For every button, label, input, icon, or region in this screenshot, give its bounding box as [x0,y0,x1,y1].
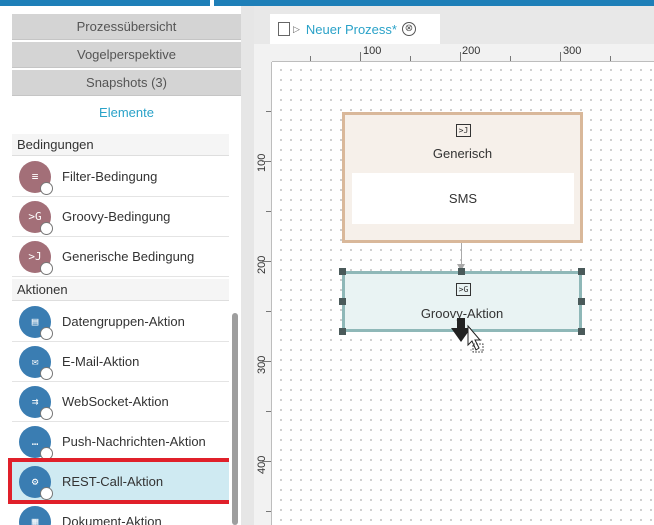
ruler-tick [266,211,271,212]
ruler-label-400: 400 [256,455,268,474]
push-message-action-icon: … [19,425,53,460]
list-item-email-aktion[interactable]: ✉ E-Mail-Aktion [12,342,229,382]
generic-node-title: Generisch [432,146,493,161]
list-item-label: Dokument-Aktion [62,514,162,525]
drop-cursor-icon [451,318,484,353]
section-aktionen[interactable]: Aktionen [12,279,229,301]
ruler-tick [610,56,611,61]
ruler-tick [310,56,311,61]
ruler-tick [266,311,271,312]
vertical-ruler: 100 200 300 400 [254,62,272,525]
ruler-tick [262,261,271,262]
list-item-label: Generische Bedingung [62,249,195,264]
scrollbar-thumb[interactable] [232,313,238,525]
document-icon [278,22,290,36]
list-item-label: Groovy-Bedingung [62,209,171,224]
ruler-tick [460,52,461,61]
list-item-label: Datengruppen-Aktion [62,314,185,329]
generic-condition-icon: >J [19,240,53,275]
list-item-groovy-bedingung[interactable]: >G Groovy-Bedingung [12,197,229,237]
groovy-script-icon: >G [456,283,471,296]
tab-neuer-prozess[interactable]: ▷ Neuer Prozess* ⊗ [270,14,440,44]
websocket-action-icon: ⇉ [19,385,53,420]
accordion-prozessuebersicht[interactable]: Prozessübersicht [12,14,241,40]
ruler-tick [410,56,411,61]
selection-highlight-box [8,458,234,504]
list-item-generische-bedingung[interactable]: >J Generische Bedingung [12,237,229,277]
accordion-vogelperspektive[interactable]: Vogelperspektive [12,42,241,68]
filter-condition-icon: ≡ [19,160,53,195]
ruler-label-300: 300 [256,355,268,374]
process-editor-window: Prozessübersicht Vogelperspektive Snapsh… [0,0,654,525]
resize-handle[interactable] [339,328,346,335]
list-item-push-nachrichten-aktion[interactable]: … Push-Nachrichten-Aktion [12,422,229,462]
section-bedingungen[interactable]: Bedingungen [12,134,229,156]
connector-line[interactable] [461,243,462,266]
list-item-label: Push-Nachrichten-Aktion [62,434,206,449]
list-item-datengruppen-aktion[interactable]: ▤ Datengruppen-Aktion [12,302,229,342]
ruler-label-100: 100 [363,45,382,57]
tab-bar: ▷ Neuer Prozess* ⊗ [254,6,654,44]
list-item-label: Filter-Bedingung [62,169,158,184]
ruler-tick [262,461,271,462]
document-action-icon: ▦ [19,505,51,525]
ruler-corner [254,44,272,62]
resize-handle[interactable] [578,298,585,305]
ruler-tick [266,511,271,512]
ruler-label-300: 300 [563,45,582,57]
generic-script-icon: >J [456,124,471,137]
list-item-filter-bedingung[interactable]: ≡ Filter-Bedingung [12,157,229,197]
accordion-snapshots[interactable]: Snapshots (3) [12,70,241,96]
generic-node-sms-box[interactable]: SMS [352,173,574,224]
panel-splitter[interactable] [241,6,254,525]
groovy-condition-icon: >G [19,200,53,235]
list-item-label: WebSocket-Aktion [62,394,169,409]
left-edge-strip [0,6,12,525]
horizontal-ruler: 100 200 300 [272,44,654,62]
resize-handle[interactable] [578,328,585,335]
ruler-label-200: 200 [256,255,268,274]
list-item-label: E-Mail-Aktion [62,354,140,369]
ruler-tick [262,161,271,162]
close-tab-icon[interactable]: ⊗ [401,22,416,36]
ruler-label-100: 100 [256,153,268,172]
ruler-tick [360,52,361,61]
ruler-tick [262,361,271,362]
ruler-tick [560,52,561,61]
email-action-icon: ✉ [19,345,53,380]
resize-handle[interactable] [458,268,465,275]
resize-handle[interactable] [578,268,585,275]
ruler-tick [266,111,271,112]
accordion-elemente[interactable]: Elemente [12,97,241,127]
play-icon: ▷ [293,23,300,34]
ruler-tick [266,411,271,412]
tab-title: Neuer Prozess* [305,21,397,37]
list-item-websocket-aktion[interactable]: ⇉ WebSocket-Aktion [12,382,229,422]
list-item-dokument-aktion[interactable]: ▦ Dokument-Aktion [12,502,229,525]
resize-handle[interactable] [339,298,346,305]
database-action-icon: ▤ [19,305,53,340]
resize-handle[interactable] [339,268,346,275]
generic-node[interactable]: >J Generisch SMS [342,112,583,243]
ruler-label-200: 200 [462,45,481,57]
ruler-tick [510,56,511,61]
